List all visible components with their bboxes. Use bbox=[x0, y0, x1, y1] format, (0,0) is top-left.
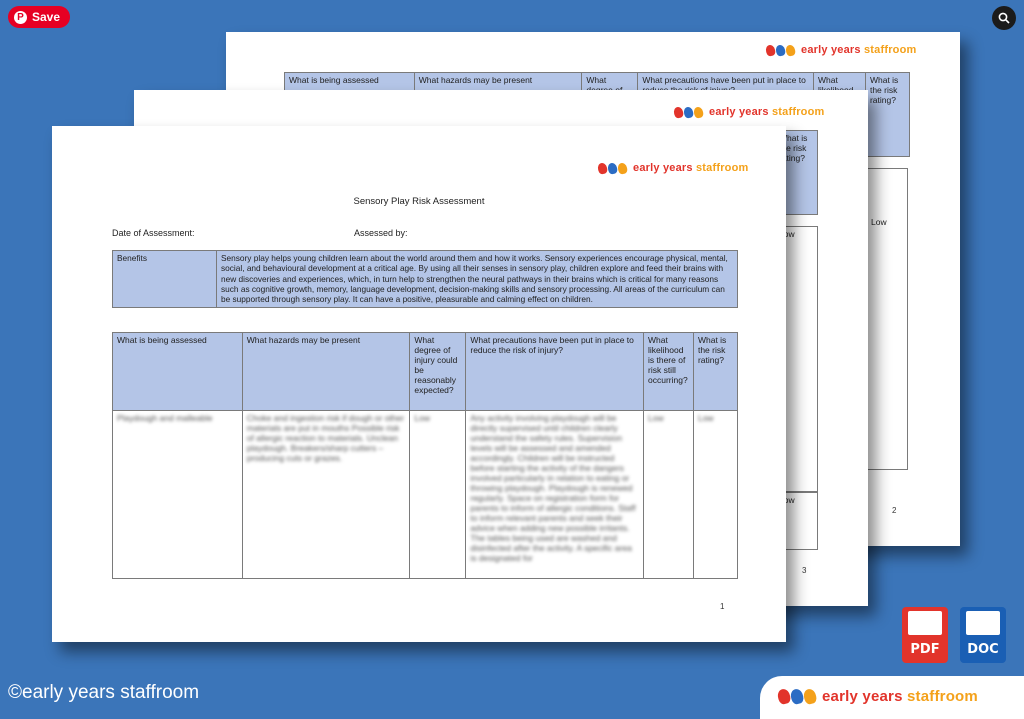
assessed-by-label: Assessed by: bbox=[354, 228, 408, 238]
brand-staffroom: staffroom bbox=[863, 44, 917, 56]
benefits-table: Benefits Sensory play helps young childr… bbox=[112, 250, 738, 308]
brand-early: early years bbox=[822, 688, 903, 705]
copyright-text: ©early years staffroom bbox=[8, 682, 200, 703]
footer-brand-logo: early years staffroom bbox=[760, 676, 1024, 719]
save-label: Save bbox=[32, 10, 61, 24]
cell-hazards: Choke and ingestion risk if dough or oth… bbox=[246, 413, 405, 463]
rating-low: Low bbox=[871, 217, 887, 227]
document-title: Sensory Play Risk Assessment bbox=[353, 196, 485, 207]
benefits-text: Sensory play helps young children learn … bbox=[216, 250, 738, 308]
cell-rating: Low bbox=[697, 413, 714, 423]
cell-degree: Low bbox=[414, 413, 430, 423]
header-assessed: What is being assessed bbox=[112, 332, 243, 411]
risk-rating-cell: Low bbox=[866, 168, 908, 470]
hands-icon bbox=[596, 161, 629, 175]
brand-logo: early years staffroom bbox=[596, 161, 749, 175]
pinterest-icon: P bbox=[14, 10, 27, 24]
cell-assessed: Playdough and malleable bbox=[117, 413, 213, 423]
brand-early: early years bbox=[633, 162, 693, 174]
date-label: Date of Assessment: bbox=[112, 228, 195, 238]
document-page-1: early years staffroom Sensory Play Risk … bbox=[52, 126, 786, 642]
header-precautions: What precautions have been put in place … bbox=[465, 332, 644, 411]
page-number: 3 bbox=[802, 566, 807, 575]
cell-precautions: Any activity involving playdough will be… bbox=[470, 413, 636, 563]
brand-staffroom: staffroom bbox=[906, 688, 978, 705]
hands-icon bbox=[776, 687, 818, 706]
header-rating: What is the risk rating? bbox=[864, 72, 911, 157]
doc-label: DOC bbox=[967, 642, 999, 657]
pdf-label: PDF bbox=[910, 642, 940, 657]
header-hazards: What hazards may be present bbox=[241, 332, 411, 411]
table-row: Playdough and malleable Choke and ingest… bbox=[112, 410, 739, 579]
document-icon bbox=[908, 611, 942, 635]
cell-likelihood: Low bbox=[647, 413, 664, 423]
brand-logo: early years staffroom bbox=[764, 43, 917, 57]
brand-early: early years bbox=[801, 44, 861, 56]
header-likelihood: What likelihood is there of risk still o… bbox=[642, 332, 694, 411]
header-degree: What degree of injury could be reasonabl… bbox=[409, 332, 467, 411]
page-number: 2 bbox=[892, 506, 897, 515]
header-rating: What is the risk rating? bbox=[692, 332, 739, 411]
hands-icon bbox=[764, 43, 797, 57]
page-number: 1 bbox=[720, 602, 725, 611]
benefits-label: Benefits bbox=[112, 250, 217, 308]
pinterest-save-button[interactable]: P Save bbox=[8, 6, 71, 28]
pdf-badge: PDF bbox=[902, 607, 948, 663]
hands-icon bbox=[672, 105, 705, 119]
document-icon bbox=[966, 611, 1000, 635]
visual-search-button[interactable] bbox=[992, 6, 1016, 30]
brand-logo: early years staffroom bbox=[776, 687, 978, 706]
visual-search-icon bbox=[998, 12, 1010, 24]
doc-badge: DOC bbox=[960, 607, 1006, 663]
risk-table: What is being assessed What hazards may … bbox=[112, 332, 739, 579]
brand-staffroom: staffroom bbox=[771, 106, 825, 118]
brand-staffroom: staffroom bbox=[695, 162, 749, 174]
brand-logo: early years staffroom bbox=[672, 105, 825, 119]
brand-early: early years bbox=[709, 106, 769, 118]
